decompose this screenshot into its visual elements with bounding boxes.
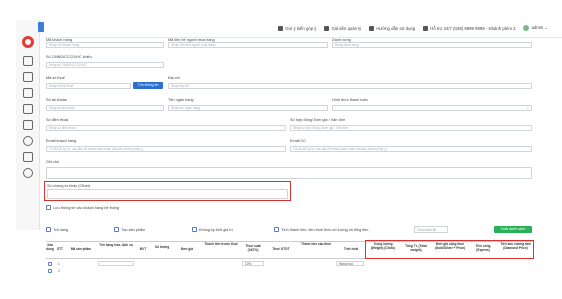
row-stt: 1 [58,262,60,266]
top-bar: Gửi ý kiến góp ý Giá tiền quản lý Hướng … [44,20,562,38]
buyer-contact-input[interactable]: Nhập Tên liên người mua hàng [168,42,328,48]
return-goods-label: Trả hàng [53,227,69,232]
report-icon[interactable] [22,104,33,114]
no-value-checkbox[interactable] [192,227,197,232]
bank-account-input[interactable]: Nhập số tài khoản [46,105,164,111]
gift-icon [278,26,284,32]
support-hotline[interactable]: Hỗ trợ 24/7 (028) 9999 9999 - Nhánh phím… [423,26,515,32]
row-delete-checkbox[interactable] [48,269,52,273]
col-gold-price: Đơn giá cộng thuế (Gold/Silver + Price) [434,242,466,250]
vat-rate-select[interactable]: 10% [242,261,264,266]
settings-icon[interactable] [22,136,33,146]
col-after-tax: Thành tiền sau thuế [300,242,332,246]
support-icon[interactable] [22,168,33,178]
row-delete-checkbox[interactable] [48,262,52,266]
bank-name-label: Tên ngân hàng [168,98,194,102]
save-customer-label: Lưu thông tin vào khách hàng hệ thống [53,205,120,210]
note-label: Ghi chú [46,160,60,164]
product-name-input[interactable] [98,261,134,266]
contract-input[interactable]: Nhập số hợp đồng / Đơn giá / Văn đơn [290,125,532,131]
id-number-label: Số CMND/CCCD/HC khiêu [46,55,92,59]
sidebar [16,20,40,230]
col-pre-tax: Thành tiền trước thuế [204,242,238,246]
no-value-label: Không kỳ tính giá trị [199,227,233,232]
nature-select[interactable]: Hàng hoá [336,261,364,266]
other-document-label: Số chứng từ khác (Other) [47,184,91,188]
col-unit: ĐVT [139,247,147,251]
tax-lookup-button[interactable]: Tìm thông tin [133,82,163,89]
feedback-link[interactable]: Gửi ý kiến góp ý [278,26,316,32]
address-input[interactable]: Nhập địa chỉ [168,83,532,89]
tax-code-input[interactable]: Nhập mã số thuế [46,83,131,89]
bank-account-label: Số tài khoản [46,98,68,102]
title-input[interactable]: Nhập danh xưng [332,42,532,48]
customer-code-input[interactable]: Nhập mã khách hàng [46,42,164,48]
col-unit-price: Đơn giá [180,247,193,251]
pricing-icon [324,26,330,32]
guide-link[interactable]: Hướng dẫn sử dụng [369,26,415,32]
invoice-form: Mã khách hàng Nhập mã khách hàng Mã liên… [44,38,536,273]
chevron-down-icon: ⌄ [526,106,529,110]
avatar [523,25,530,32]
address-label: Địa chỉ [168,76,180,80]
payment-method-select[interactable]: ⌄ [332,105,532,111]
invoice-icon[interactable] [22,88,33,98]
col-nature: Tính chất [343,247,359,251]
user-menu[interactable]: admin ⌄ [523,25,548,32]
phone-icon [423,26,429,32]
folder-icon[interactable] [22,152,33,162]
col-product-code: Mã sản phẩm [70,247,92,251]
contract-label: Số hợp đồng/ Đơn giá / Văn đơn [290,118,346,122]
col-stt: STT [56,247,64,251]
pricing-link[interactable]: Giá tiền quản lý [324,26,361,32]
chart-icon[interactable] [22,120,33,130]
home-icon[interactable] [22,56,33,66]
col-vat-rate: Thuế suất (VAT%) [245,244,261,252]
col-quantity: Số lượng [154,245,170,249]
auto-calculate-label: Tính thành tiền, tiền thuế theo số lượng… [281,227,369,232]
col-vat: Thuế GTGT [272,247,290,251]
app-logo [21,36,34,48]
other-document-input[interactable] [47,189,288,199]
export-list-button[interactable]: Xuất danh sách [494,226,532,233]
email-cc-label: Email CC [290,139,307,143]
payment-method-label: Hình thức thanh toán [332,98,368,102]
phone-label: Số điện thoại [46,118,69,122]
create-product-label: Tạo sản phẩm [121,227,146,232]
customer-email-input[interactable]: Tối đa 50 ký tự, các địa chỉ email cách … [46,146,286,152]
bank-name-input[interactable]: Nhập tên ngân hàng [168,105,328,111]
col-delete: Xóa dòng [46,243,54,251]
col-total-weight: Tổng TL (Total weight) [405,244,427,252]
phone-input[interactable]: Nhập số điện thoại [46,125,286,131]
tax-code-label: Mã số thuế [46,76,65,80]
return-goods-checkbox[interactable] [46,227,51,232]
col-diamond-price: Tiền kim cương tậm (Diamond Price) [500,242,531,250]
col-expense: Tiền công (Expens) [475,244,491,252]
col-product-name: Tên hàng hóa, dịch vụ [99,243,133,247]
note-textarea[interactable] [46,167,532,179]
book-icon [369,26,375,32]
create-product-checkbox[interactable] [114,227,119,232]
template-select[interactable]: Chọn mẫu tải [414,226,448,233]
document-icon[interactable] [22,72,33,82]
customer-email-label: Email khách hàng [46,139,77,143]
row-stt: 2 [58,269,60,273]
email-cc-input[interactable]: Tối đa 50 ký tự, các địa chỉ email cách … [290,146,532,152]
col-weight: Trọng lượng (Weight) (Chiếu) [370,242,396,250]
id-number-input[interactable]: Nhập số CMND/CCCD/HC [46,62,164,68]
auto-calculate-checkbox[interactable] [274,227,279,232]
save-customer-checkbox[interactable] [46,205,51,210]
